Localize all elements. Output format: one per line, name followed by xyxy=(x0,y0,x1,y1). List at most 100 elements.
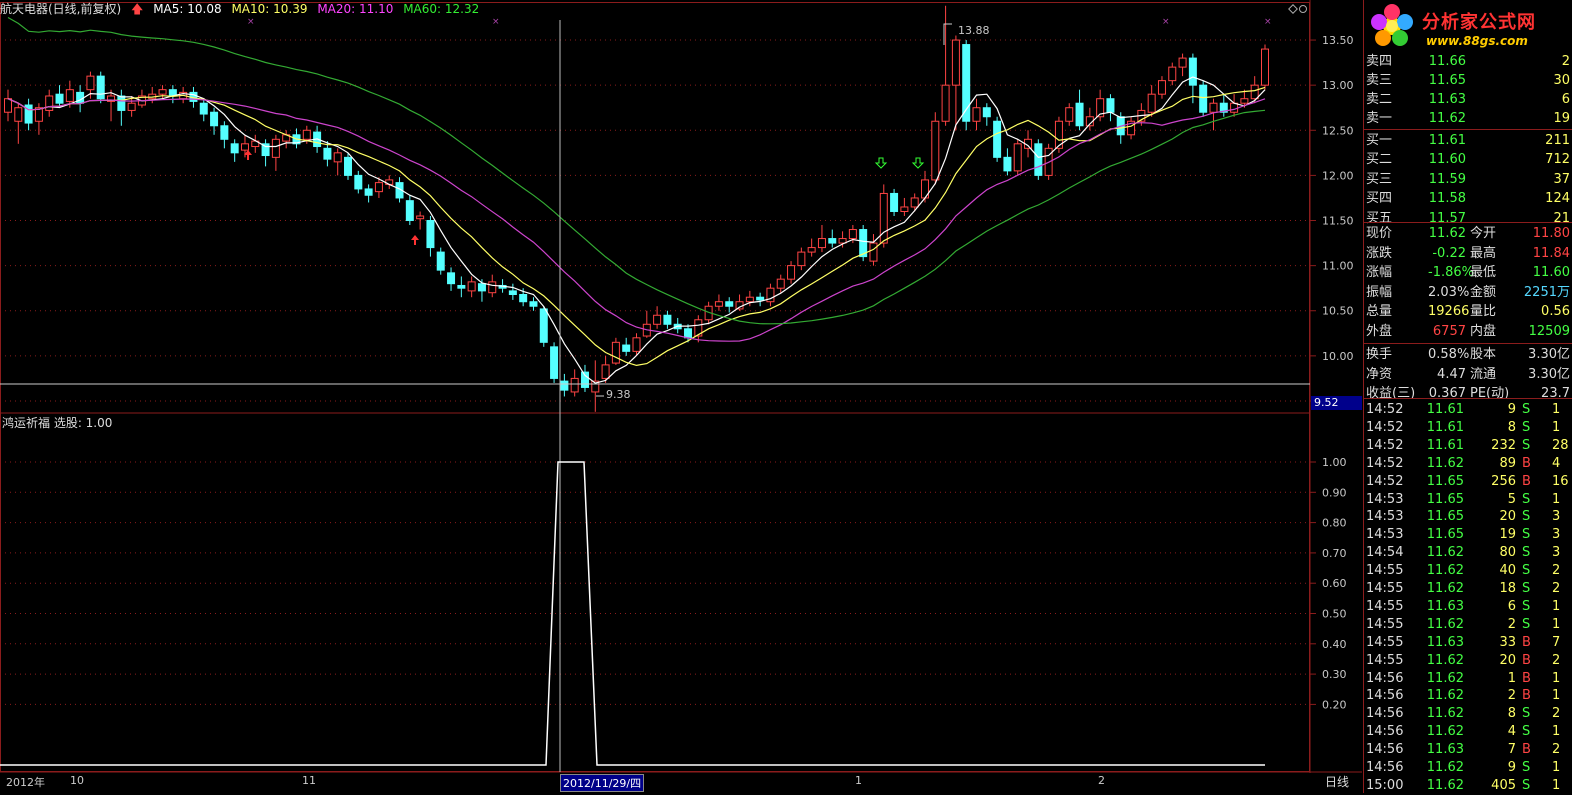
tick-side: B xyxy=(1522,455,1531,471)
tick-volume: 2 xyxy=(1507,688,1516,704)
tick-row: 14:56 11.63 7 B 2 xyxy=(1366,741,1571,759)
bid-label: 买一 xyxy=(1366,133,1393,148)
stock-title[interactable]: 航天电器(日线,前复权) xyxy=(0,2,121,16)
candle-body xyxy=(1147,93,1156,113)
tick-row: 14:56 11.62 8 S 2 xyxy=(1366,705,1571,723)
tick-volume: 80 xyxy=(1499,545,1516,561)
kline-chart[interactable]: 13.5013.0012.5012.0011.5011.0010.5010.00… xyxy=(0,0,1362,793)
tick-count: 1 xyxy=(1552,760,1561,775)
tick-row: 14:54 11.62 80 S 3 xyxy=(1366,544,1571,562)
candle-body xyxy=(828,238,837,244)
candle-body xyxy=(869,242,878,262)
quote-value-2: 3.30亿 xyxy=(1528,347,1570,362)
tick-row: 14:55 11.63 6 S 1 xyxy=(1366,598,1571,616)
bid-row[interactable]: 买三 11.59 37 xyxy=(1366,170,1571,189)
tick-row: 14:56 11.62 2 B 1 xyxy=(1366,687,1571,705)
quote-key-2: 量比 xyxy=(1470,304,1497,319)
ask-row[interactable]: 卖四 11.66 2 xyxy=(1366,52,1571,71)
tick-volume: 33 xyxy=(1499,634,1516,650)
tick-side: S xyxy=(1522,491,1531,507)
tick-time: 14:53 xyxy=(1366,509,1404,525)
tick-count: 7 xyxy=(1552,634,1561,650)
tick-side: S xyxy=(1522,760,1531,775)
tick-row: 15:00 11.62 405 S 1 xyxy=(1366,777,1571,795)
ma10-label: MA10: 10.39 xyxy=(231,2,308,16)
logo-url: www.88gs.com xyxy=(1426,34,1528,48)
tick-volume: 232 xyxy=(1491,437,1516,453)
ma20-line xyxy=(7,98,1266,342)
quote-value: 19266 xyxy=(1428,304,1470,319)
candle-body xyxy=(756,296,765,301)
ask-qty: 6 xyxy=(1561,92,1570,107)
quote-row: 净资 4.47 流通 3.30亿 xyxy=(1366,365,1571,384)
tick-price: 11.61 xyxy=(1426,437,1464,453)
quote-key-2: 最高 xyxy=(1470,245,1497,261)
candle-body xyxy=(447,272,456,285)
tick-row: 14:55 11.63 33 B 7 xyxy=(1366,634,1571,652)
tick-volume: 8 xyxy=(1507,419,1516,435)
ma60-line xyxy=(7,16,1266,325)
candle-body xyxy=(890,192,899,212)
quote-value: 6757 xyxy=(1432,323,1466,339)
quote-value: 2.03% xyxy=(1428,284,1470,300)
quote-value-2: 12509 xyxy=(1528,323,1570,339)
candle-body xyxy=(570,377,579,393)
candle-body xyxy=(941,84,950,122)
tick-volume: 89 xyxy=(1499,455,1516,471)
quote-key: 现价 xyxy=(1366,226,1393,241)
candle-body xyxy=(993,120,1002,158)
ask-row[interactable]: 卖二 11.63 6 xyxy=(1366,90,1571,109)
candle-body xyxy=(1261,48,1269,86)
candle-body xyxy=(230,143,239,154)
candle-body xyxy=(653,314,662,325)
candle-body xyxy=(436,251,445,271)
period-button[interactable]: 日线 xyxy=(1313,773,1361,791)
bid-row[interactable]: 买四 11.58 124 xyxy=(1366,189,1571,208)
candle-body xyxy=(323,147,332,160)
bid-row[interactable]: 买一 11.61 211 xyxy=(1366,131,1571,150)
signal-axis-label: 0.40 xyxy=(1322,638,1347,651)
candle-body xyxy=(745,296,754,303)
indicator-header: 航天电器(日线,前复权) 🡅 MA5: 10.08 MA10: 10.39 MA… xyxy=(0,0,1310,20)
candle-body xyxy=(344,156,353,176)
tick-volume: 5 xyxy=(1507,491,1516,507)
tick-volume: 9 xyxy=(1507,760,1516,775)
ask-row[interactable]: 卖一 11.62 19 xyxy=(1366,109,1571,128)
candle-body xyxy=(127,102,136,111)
tick-price: 11.63 xyxy=(1426,598,1464,614)
tick-time: 14:55 xyxy=(1366,634,1404,650)
candle-body xyxy=(1250,84,1259,100)
tick-row: 14:56 11.62 9 S 1 xyxy=(1366,759,1571,777)
date-label-nov: 11 xyxy=(302,774,316,787)
candle-body xyxy=(776,278,785,289)
tick-side: B xyxy=(1522,742,1531,758)
tick-price: 11.63 xyxy=(1426,634,1464,650)
tick-price: 11.62 xyxy=(1426,760,1464,775)
candle-body xyxy=(1065,107,1074,122)
quote-value-2: 11.84 xyxy=(1532,245,1570,261)
tick-row: 14:55 11.62 18 S 2 xyxy=(1366,580,1571,598)
tick-side: S xyxy=(1522,777,1531,793)
tick-count: 1 xyxy=(1552,616,1561,632)
candle-body xyxy=(519,294,528,303)
ask-row[interactable]: 卖三 11.65 30 xyxy=(1366,71,1571,90)
candle-body xyxy=(879,192,888,244)
tick-count: 3 xyxy=(1552,509,1561,525)
tick-count: 16 xyxy=(1552,473,1569,489)
bid-qty: 211 xyxy=(1545,133,1570,148)
candle-body xyxy=(4,98,12,113)
signal-axis-label: 0.90 xyxy=(1322,486,1347,499)
quote-value: 0.58% xyxy=(1428,347,1470,362)
candle-body xyxy=(354,174,363,190)
tick-side: B xyxy=(1522,652,1531,668)
tick-price: 11.62 xyxy=(1426,688,1464,704)
candle-body xyxy=(1230,102,1239,113)
tick-time: 14:55 xyxy=(1366,616,1404,632)
tick-price: 11.62 xyxy=(1426,670,1464,686)
ask-price: 11.63 xyxy=(1428,92,1466,107)
candle-body xyxy=(550,346,559,379)
tick-price: 11.62 xyxy=(1426,706,1464,722)
bid-row[interactable]: 买二 11.60 712 xyxy=(1366,150,1571,169)
candle-body xyxy=(632,337,641,352)
price-axis-label: 13.50 xyxy=(1322,34,1354,47)
